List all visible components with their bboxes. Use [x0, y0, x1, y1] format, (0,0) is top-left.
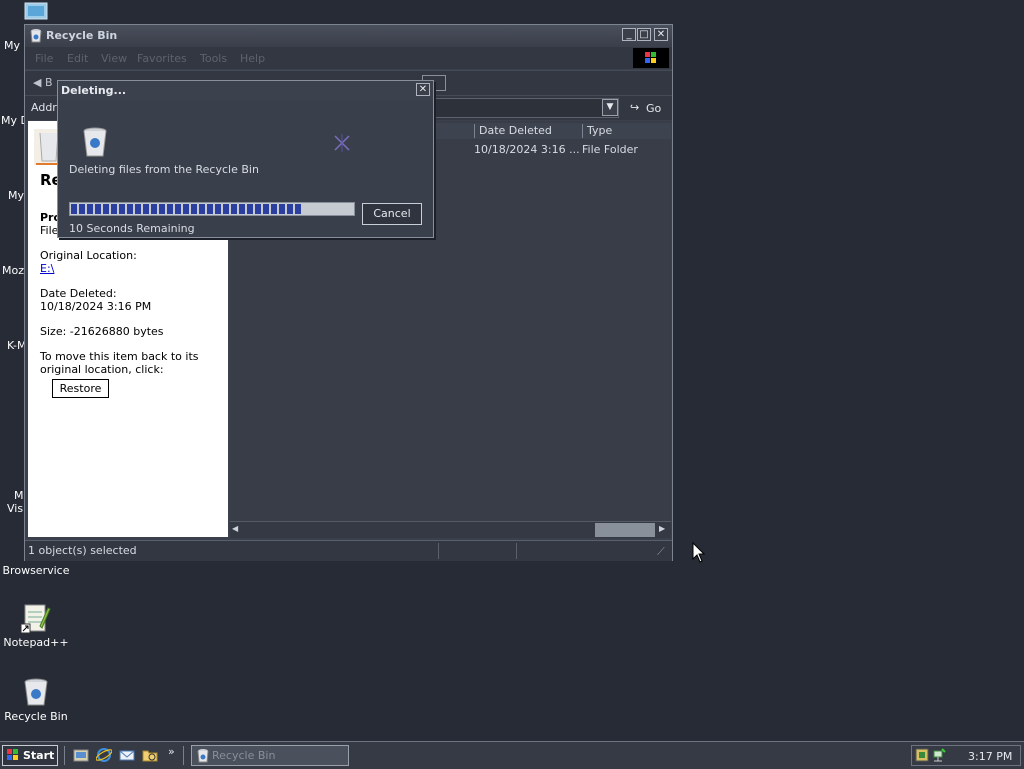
- horizontal-scrollbar[interactable]: ◀ ▶: [230, 521, 671, 538]
- recycle-bin-icon: [196, 748, 210, 763]
- minimize-button[interactable]: _: [622, 28, 636, 41]
- quick-launch-divider: [64, 746, 67, 765]
- menu-tools[interactable]: Tools: [200, 52, 227, 65]
- dialog-close-button[interactable]: ✕: [416, 83, 430, 96]
- windows-explorer-icon[interactable]: [142, 747, 158, 763]
- desktop-label-my-network[interactable]: My: [8, 189, 24, 202]
- original-location-link[interactable]: E:\: [40, 262, 54, 275]
- back-arrow-icon: ◀: [33, 76, 42, 89]
- desktop-icon-label: Notepad++: [3, 636, 69, 649]
- time-remaining: 10 Seconds Remaining: [69, 222, 195, 235]
- taskbar-button-label: Recycle Bin: [212, 749, 276, 762]
- windows-logo-icon: [633, 48, 669, 68]
- clock[interactable]: 3:17 PM: [968, 750, 1012, 763]
- taskbar: Start » Recycle Bin 3:17 PM: [0, 741, 1024, 769]
- tray-network-icon[interactable]: [932, 748, 946, 762]
- original-location-label: Original Location:: [40, 249, 137, 262]
- taskbar-button-recycle-bin[interactable]: Recycle Bin: [191, 745, 349, 766]
- desktop-icon-label: Browservice: [2, 564, 70, 577]
- desktop-icon-notepad-plus-plus[interactable]: Notepad++: [0, 602, 72, 649]
- notepad-plus-plus-icon: [20, 602, 52, 634]
- window-titlebar[interactable]: Recycle Bin _ □ ✕: [25, 25, 672, 46]
- close-button[interactable]: ✕: [654, 28, 668, 41]
- row-date-deleted: 10/18/2024 3:16 ...: [474, 143, 580, 156]
- deleting-dialog: Deleting... ✕ Deleting files from the Re…: [57, 80, 434, 238]
- desktop-label-my-computer[interactable]: My: [4, 39, 20, 52]
- menu-bar: File Edit View Favorites Tools Help: [25, 47, 672, 69]
- scroll-left-arrow[interactable]: ◀: [232, 524, 238, 533]
- scroll-right-arrow[interactable]: ▶: [659, 524, 665, 533]
- go-arrow-icon: ↪: [630, 101, 640, 114]
- internet-explorer-icon[interactable]: [95, 747, 113, 763]
- menu-file[interactable]: File: [35, 52, 53, 65]
- status-bar: 1 object(s) selected ⟋: [25, 540, 672, 561]
- item-size: Size: -21626880 bytes: [40, 325, 164, 338]
- column-header-date-deleted[interactable]: Date Deleted: [474, 124, 583, 138]
- dialog-title: Deleting...: [61, 84, 127, 97]
- date-deleted-label: Date Deleted:: [40, 287, 117, 300]
- desktop-icon-browservice[interactable]: Browservice: [0, 564, 72, 577]
- window-title: Recycle Bin: [46, 29, 118, 42]
- windows-flag-icon: [7, 749, 19, 761]
- taskbar-divider: [183, 746, 186, 765]
- start-label: Start: [23, 749, 55, 762]
- recycle-bin-icon: [20, 676, 52, 708]
- status-divider: [438, 543, 439, 559]
- date-deleted-value: 10/18/2024 3:16 PM: [40, 300, 152, 313]
- maximize-button[interactable]: □: [637, 28, 651, 41]
- resize-grip-icon[interactable]: ⟋: [657, 545, 665, 559]
- back-label: B: [44, 76, 53, 89]
- quick-launch-overflow[interactable]: »: [168, 745, 175, 758]
- go-label: Go: [646, 102, 662, 115]
- dialog-titlebar[interactable]: Deleting... ✕: [58, 81, 433, 100]
- menu-view[interactable]: View: [101, 52, 127, 65]
- dialog-message: Deleting files from the Recycle Bin: [69, 163, 259, 176]
- tray-update-icon[interactable]: [915, 748, 929, 762]
- desktop-icon-label: Recycle Bin: [4, 710, 68, 723]
- show-desktop-icon[interactable]: [73, 747, 89, 763]
- start-button[interactable]: Start: [2, 745, 58, 766]
- cancel-button[interactable]: Cancel: [362, 203, 422, 225]
- status-divider: [516, 543, 517, 559]
- flying-paper-icon: [332, 133, 352, 153]
- system-tray: 3:17 PM: [911, 745, 1021, 766]
- row-type: File Folder: [582, 143, 638, 156]
- menu-edit[interactable]: Edit: [67, 52, 88, 65]
- item-type: File: [40, 224, 59, 237]
- recycle-bin-icon: [29, 28, 43, 43]
- outlook-express-icon[interactable]: [119, 747, 135, 763]
- back-button[interactable]: ◀ B: [33, 76, 53, 89]
- address-dropdown-button[interactable]: ▼: [602, 99, 618, 116]
- restore-button[interactable]: Restore: [52, 379, 109, 398]
- column-header-type[interactable]: Type: [582, 124, 673, 138]
- my-computer-icon[interactable]: [24, 2, 48, 22]
- desktop-label-mozilla[interactable]: Moz: [2, 264, 24, 277]
- recycle-bin-icon: [80, 125, 110, 159]
- menu-help[interactable]: Help: [240, 52, 265, 65]
- progress-fill: [71, 204, 302, 214]
- menu-favorites[interactable]: Favorites: [137, 52, 187, 65]
- progress-bar: [69, 202, 355, 216]
- status-text: 1 object(s) selected: [28, 544, 137, 557]
- mouse-cursor-icon: [692, 541, 706, 564]
- restore-hint: To move this item back to its original l…: [40, 350, 199, 376]
- desktop-label-visual-1[interactable]: M: [14, 489, 24, 502]
- desktop-icon-recycle-bin[interactable]: Recycle Bin: [0, 676, 72, 723]
- go-button[interactable]: ↪ Go: [624, 98, 668, 118]
- scroll-thumb[interactable]: [595, 523, 655, 537]
